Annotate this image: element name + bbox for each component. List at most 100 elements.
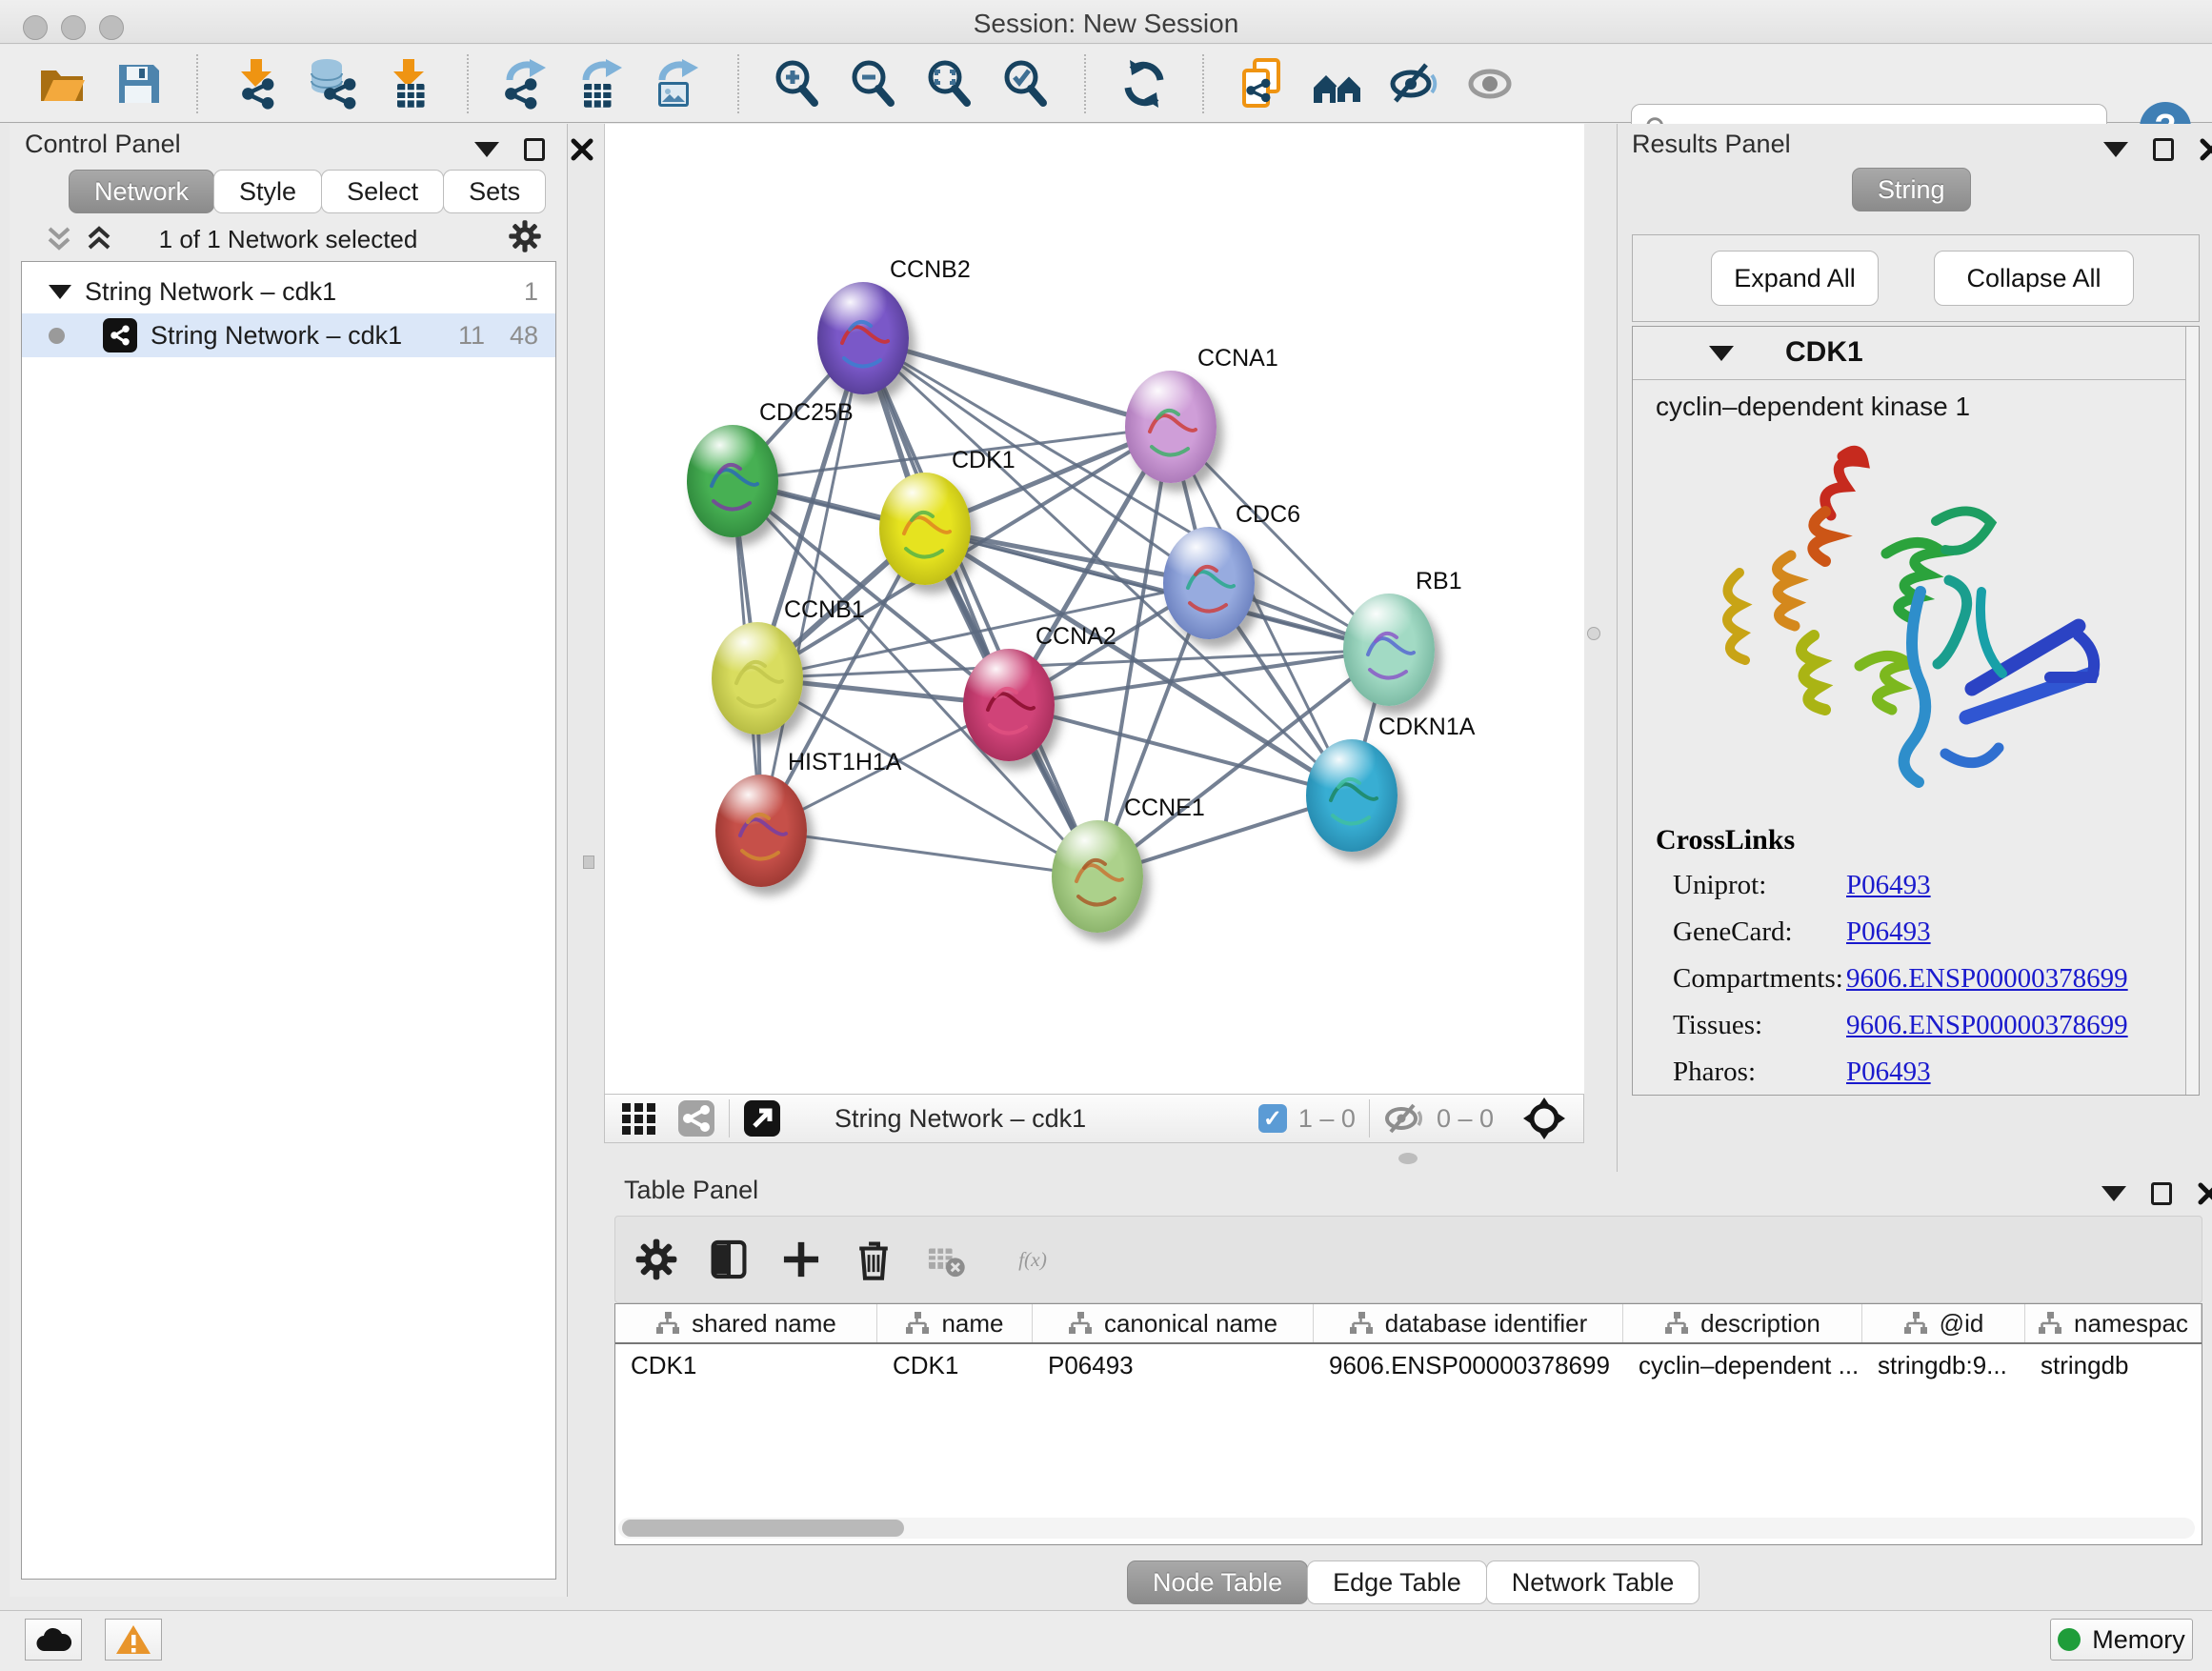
right-splitter-handle[interactable] [1587, 627, 1600, 640]
table-options-gear-icon[interactable] [633, 1236, 680, 1283]
cell-name[interactable]: CDK1 [877, 1346, 1033, 1384]
network-canvas[interactable]: CCNB2 CCNA1 CDC25B CDK1 CDC6 RB1 CCNB1 C… [604, 124, 1584, 1094]
memory-button[interactable]: Memory [2050, 1619, 2193, 1661]
edge-CCNB2-CCNE1[interactable] [863, 338, 1097, 876]
cell-database-identifier[interactable]: 9606.ENSP00000378699 [1314, 1346, 1623, 1384]
hide-selected-icon[interactable] [1387, 56, 1442, 111]
horizontal-splitter-handle[interactable] [1398, 1153, 1418, 1164]
selected-checkbox-icon[interactable]: ✓ [1258, 1104, 1287, 1133]
tab-string[interactable]: String [1852, 168, 1971, 211]
tab-style[interactable]: Style [213, 170, 322, 213]
column-header-namespac[interactable]: namespac [2025, 1304, 2202, 1342]
network-collection-row[interactable]: String Network – cdk1 1 [22, 270, 555, 313]
save-session-icon[interactable] [111, 56, 166, 111]
refresh-view-icon[interactable] [1116, 56, 1172, 111]
open-session-icon[interactable] [34, 56, 90, 111]
tab-network[interactable]: Network [69, 170, 214, 213]
open-in-browser-icon[interactable] [743, 1099, 781, 1137]
tab-network-table[interactable]: Network Table [1486, 1560, 1700, 1604]
export-image-file-icon[interactable] [652, 56, 707, 111]
import-table-file-icon[interactable] [381, 56, 436, 111]
tab-sets[interactable]: Sets [443, 170, 546, 213]
node-CCNA1[interactable] [1125, 371, 1217, 483]
zoom-in-icon[interactable] [770, 56, 825, 111]
node-CCNE1[interactable] [1052, 820, 1143, 933]
houses-icon[interactable] [1311, 56, 1366, 111]
node-HIST1H1A[interactable] [715, 775, 807, 887]
close-panel-icon[interactable] [2197, 1181, 2212, 1206]
node-CDKN1A[interactable] [1306, 739, 1398, 852]
cell-description[interactable]: cyclin–dependent ... [1623, 1346, 1862, 1384]
zoom-fit-icon[interactable] [922, 56, 977, 111]
cell-shared-name[interactable]: CDK1 [615, 1346, 877, 1384]
hidden-eye-icon[interactable] [1383, 1101, 1425, 1136]
tab-node-table[interactable]: Node Table [1127, 1560, 1308, 1604]
node-label-CCNB2: CCNB2 [890, 256, 971, 284]
export-network-file-icon[interactable] [499, 56, 554, 111]
float-panel-icon[interactable] [524, 138, 545, 161]
cell-canonical-name[interactable]: P06493 [1033, 1346, 1314, 1384]
crosslink-row: Pharos:P06493 [1656, 1057, 2170, 1088]
table-hscrollbar-handle[interactable] [622, 1520, 904, 1537]
clone-network-icon[interactable] [1235, 56, 1290, 111]
collapse-panel-icon[interactable] [2101, 1186, 2126, 1201]
table-data-row[interactable]: CDK1CDK1P064939606.ENSP00000378699cyclin… [615, 1346, 2202, 1384]
zoom-out-icon[interactable] [846, 56, 901, 111]
edge-HIST1H1A-CCNE1[interactable] [761, 831, 1097, 876]
node-CCNB2[interactable] [817, 282, 909, 394]
column-header-shared-name[interactable]: shared name [615, 1304, 877, 1342]
node-structure-motif [715, 775, 807, 887]
close-panel-icon[interactable] [2199, 137, 2212, 162]
table-hscrollbar[interactable] [618, 1518, 2195, 1539]
toolbar-separator [1084, 54, 1086, 113]
section-collapse-icon[interactable] [1709, 346, 1734, 361]
collapse-panel-icon[interactable] [474, 142, 499, 157]
crosslink-link[interactable]: 9606.ENSP00000378699 [1846, 1010, 2128, 1041]
string-network-icon[interactable] [677, 1099, 715, 1137]
node-CCNB1[interactable] [712, 622, 803, 735]
warnings-button[interactable] [105, 1619, 162, 1661]
create-column-icon[interactable] [777, 1236, 825, 1283]
node-CDC25B[interactable] [687, 425, 778, 537]
column-header--id[interactable]: @id [1862, 1304, 2025, 1342]
close-panel-icon[interactable] [570, 137, 594, 162]
float-panel-icon[interactable] [2151, 1182, 2172, 1205]
results-scrollbar[interactable] [2185, 327, 2199, 1095]
crosslink-link[interactable]: P06493 [1846, 1057, 1931, 1088]
expand-all-button[interactable]: Expand All [1711, 251, 1879, 306]
column-header-description[interactable]: description [1623, 1304, 1862, 1342]
show-columns-icon[interactable] [705, 1236, 753, 1283]
protein-section-header[interactable]: CDK1 [1633, 327, 2199, 380]
crosslink-link[interactable]: P06493 [1846, 870, 1931, 901]
import-network-database-icon[interactable] [305, 56, 360, 111]
float-panel-icon[interactable] [2153, 138, 2174, 161]
column-header-name[interactable]: name [877, 1304, 1033, 1342]
crosslink-link[interactable]: 9606.ENSP00000378699 [1846, 963, 2128, 995]
node-CDK1[interactable] [879, 473, 971, 585]
network-row-selected[interactable]: String Network – cdk1 11 48 [22, 313, 555, 357]
node-CCNA2[interactable] [963, 649, 1055, 761]
left-splitter-handle[interactable] [583, 856, 594, 869]
tab-select[interactable]: Select [321, 170, 444, 213]
cloud-services-button[interactable] [25, 1619, 82, 1661]
tab-edge-table[interactable]: Edge Table [1307, 1560, 1487, 1604]
crosslink-link[interactable]: P06493 [1846, 916, 1931, 948]
node-label-HIST1H1A: HIST1H1A [788, 749, 901, 776]
network-options-gear-icon[interactable] [508, 219, 542, 253]
cell-namespac[interactable]: stringdb [2025, 1346, 2202, 1384]
node-CDC6[interactable] [1163, 527, 1255, 639]
fit-selected-target-icon[interactable] [1522, 1097, 1566, 1140]
birdseye-grid-icon[interactable] [620, 1099, 658, 1137]
export-table-file-icon[interactable] [575, 56, 631, 111]
tree-expand-icon[interactable] [49, 285, 71, 299]
collapse-all-button[interactable]: Collapse All [1934, 251, 2134, 306]
column-header-canonical-name[interactable]: canonical name [1033, 1304, 1314, 1342]
import-network-file-icon[interactable] [229, 56, 284, 111]
zoom-selected-icon[interactable] [998, 56, 1054, 111]
delete-column-icon[interactable] [850, 1236, 897, 1283]
collapse-panel-icon[interactable] [2103, 142, 2128, 157]
column-header-database-identifier[interactable]: database identifier [1314, 1304, 1623, 1342]
node-table[interactable]: shared namenamecanonical namedatabase id… [614, 1303, 2202, 1545]
cell--id[interactable]: stringdb:9... [1862, 1346, 2025, 1384]
node-RB1[interactable] [1343, 594, 1435, 706]
